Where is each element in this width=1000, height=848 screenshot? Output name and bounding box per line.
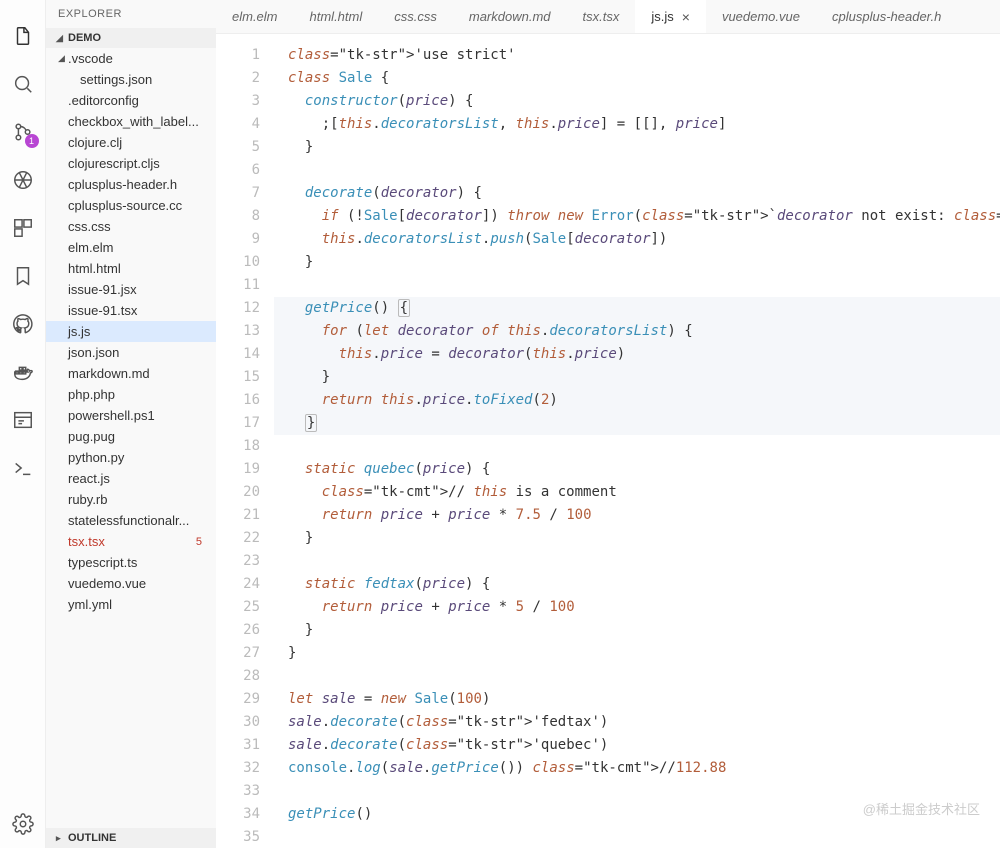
editor-group: elm.elmhtml.htmlcss.cssmarkdown.mdtsx.ts… bbox=[216, 0, 1000, 848]
tabs: elm.elmhtml.htmlcss.cssmarkdown.mdtsx.ts… bbox=[216, 0, 1000, 34]
file-item[interactable]: js.js bbox=[46, 321, 216, 342]
file-item[interactable]: powershell.ps1 bbox=[46, 405, 216, 426]
source-control-icon[interactable]: 1 bbox=[9, 118, 37, 146]
file-item[interactable]: vuedemo.vue bbox=[46, 573, 216, 594]
file-item[interactable]: yml.yml bbox=[46, 594, 216, 615]
sidebar: EXPLORER ◢DEMO ◢.vscode settings.json .e… bbox=[46, 0, 216, 848]
file-item[interactable]: clojure.clj bbox=[46, 132, 216, 153]
terminal-icon[interactable] bbox=[9, 454, 37, 482]
tab[interactable]: css.css bbox=[378, 0, 453, 33]
file-item[interactable]: clojurescript.cljs bbox=[46, 153, 216, 174]
file-item[interactable]: typescript.ts bbox=[46, 552, 216, 573]
file-item[interactable]: css.css bbox=[46, 216, 216, 237]
gutter: 1234567891011121314151617181920212223242… bbox=[216, 34, 274, 848]
watermark: @稀土掘金技术社区 bbox=[863, 799, 980, 818]
search-icon[interactable] bbox=[9, 70, 37, 98]
tab[interactable]: cplusplus-header.h bbox=[816, 0, 957, 33]
file-item[interactable]: cplusplus-header.h bbox=[46, 174, 216, 195]
file-item[interactable]: html.html bbox=[46, 258, 216, 279]
activity-bar: 1 bbox=[0, 0, 46, 848]
file-item[interactable]: settings.json bbox=[46, 69, 216, 90]
explorer-icon[interactable] bbox=[9, 22, 37, 50]
file-item[interactable]: tsx.tsx5 bbox=[46, 531, 216, 552]
file-item[interactable]: cplusplus-source.cc bbox=[46, 195, 216, 216]
section-demo[interactable]: ◢DEMO bbox=[46, 28, 216, 48]
file-item[interactable]: elm.elm bbox=[46, 237, 216, 258]
file-item[interactable]: ruby.rb bbox=[46, 489, 216, 510]
file-tree: ◢.vscode settings.json .editorconfigchec… bbox=[46, 48, 216, 828]
file-item[interactable]: json.json bbox=[46, 342, 216, 363]
preview-icon[interactable] bbox=[9, 406, 37, 434]
tab[interactable]: js.js× bbox=[635, 0, 706, 33]
file-item[interactable]: react.js bbox=[46, 468, 216, 489]
file-item[interactable]: issue-91.jsx bbox=[46, 279, 216, 300]
tab[interactable]: tsx.tsx bbox=[567, 0, 636, 33]
file-item[interactable]: .editorconfig bbox=[46, 90, 216, 111]
debug-icon[interactable] bbox=[9, 166, 37, 194]
file-item[interactable]: markdown.md bbox=[46, 363, 216, 384]
tab[interactable]: html.html bbox=[294, 0, 379, 33]
settings-gear-icon[interactable] bbox=[9, 810, 37, 838]
editor[interactable]: 1234567891011121314151617181920212223242… bbox=[216, 34, 1000, 848]
sidebar-title: EXPLORER bbox=[46, 0, 216, 28]
file-item[interactable]: issue-91.tsx bbox=[46, 300, 216, 321]
file-item[interactable]: python.py bbox=[46, 447, 216, 468]
extensions-icon[interactable] bbox=[9, 214, 37, 242]
code-area[interactable]: class="tk-str">'use strict'class Sale { … bbox=[274, 34, 1000, 848]
file-item[interactable]: pug.pug bbox=[46, 426, 216, 447]
tab[interactable]: vuedemo.vue bbox=[706, 0, 816, 33]
scm-badge: 1 bbox=[25, 134, 39, 148]
tab[interactable]: elm.elm bbox=[216, 0, 294, 33]
bookmark-icon[interactable] bbox=[9, 262, 37, 290]
tab[interactable]: markdown.md bbox=[453, 0, 567, 33]
file-item[interactable]: php.php bbox=[46, 384, 216, 405]
file-item[interactable]: statelessfunctionalr... bbox=[46, 510, 216, 531]
file-item[interactable]: checkbox_with_label... bbox=[46, 111, 216, 132]
folder-vscode[interactable]: ◢.vscode bbox=[46, 48, 216, 69]
close-icon[interactable]: × bbox=[682, 9, 690, 25]
github-icon[interactable] bbox=[9, 310, 37, 338]
docker-icon[interactable] bbox=[9, 358, 37, 386]
section-outline[interactable]: ▸OUTLINE bbox=[46, 828, 216, 848]
